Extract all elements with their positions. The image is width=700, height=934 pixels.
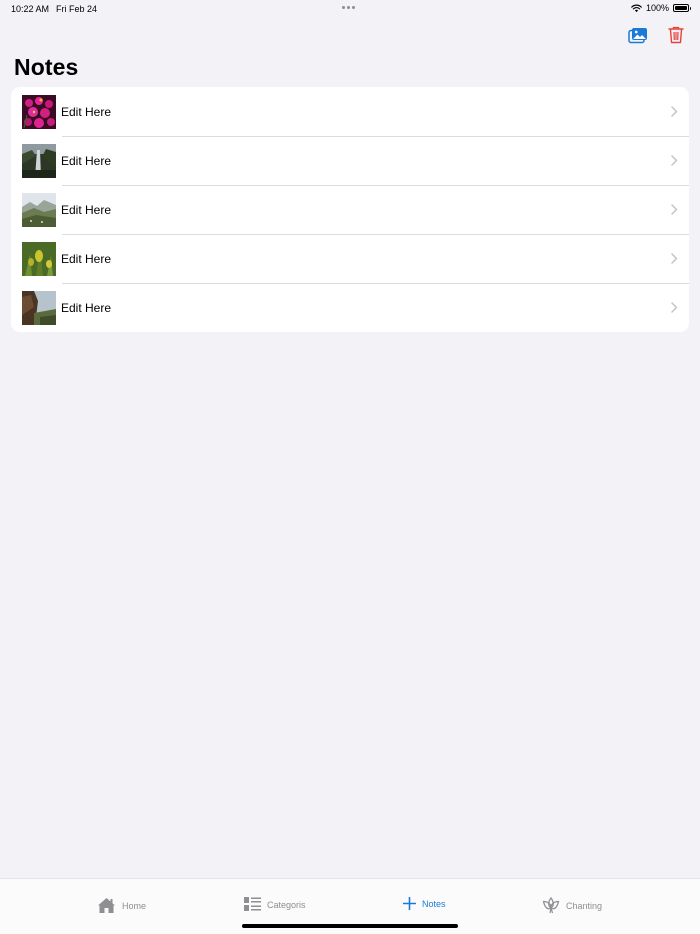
tab-label: Notes xyxy=(422,898,446,909)
note-title: Edit Here xyxy=(61,202,112,217)
chevron-right-icon xyxy=(671,155,678,166)
note-title: Edit Here xyxy=(61,104,112,119)
nav-actions xyxy=(628,25,686,45)
note-row[interactable]: Edit Here xyxy=(11,185,689,234)
status-bar: 10:22 AM Fri Feb 24 100% xyxy=(0,0,700,18)
note-thumbnail xyxy=(22,241,56,276)
tab-label: Categoris xyxy=(267,899,306,910)
house-icon xyxy=(98,898,115,913)
note-title: Edit Here xyxy=(61,300,112,315)
list-icon xyxy=(244,897,261,911)
note-thumbnail xyxy=(22,290,56,325)
tab-label: Home xyxy=(122,900,147,911)
multitasking-dots-icon[interactable] xyxy=(342,6,355,9)
note-row[interactable]: Edit Here xyxy=(11,136,689,185)
status-date: Fri Feb 24 xyxy=(56,4,98,14)
note-row[interactable]: Edit Here xyxy=(11,283,689,332)
tab-label: Chanting xyxy=(566,900,603,911)
page-title: Notes xyxy=(14,54,79,80)
home-indicator[interactable] xyxy=(242,924,458,928)
note-thumbnail xyxy=(22,143,56,178)
photo-library-icon xyxy=(628,27,647,43)
triquetra-icon xyxy=(542,897,560,914)
chevron-right-icon xyxy=(671,204,678,215)
tab-home[interactable]: Home xyxy=(97,897,146,914)
wifi-icon xyxy=(631,4,642,12)
status-time: 10:22 AM xyxy=(11,4,50,14)
note-thumbnail xyxy=(22,192,56,227)
app-screen: 10:22 AM Fri Feb 24 100% Notes Edit Here… xyxy=(0,0,700,934)
status-indicators: 100% xyxy=(631,3,691,13)
plus-icon xyxy=(403,897,416,910)
battery-percentage: 100% xyxy=(645,3,669,13)
battery-icon xyxy=(673,4,691,12)
chevron-right-icon xyxy=(671,253,678,264)
tab-notes[interactable]: Notes xyxy=(403,897,446,910)
notes-list: Edit Here Edit Here Edit Here Edit Here … xyxy=(11,87,689,332)
chevron-right-icon xyxy=(671,302,678,313)
trash-icon xyxy=(668,26,684,44)
delete-button[interactable] xyxy=(666,25,686,45)
note-title: Edit Here xyxy=(61,251,112,266)
photo-library-button[interactable] xyxy=(628,25,648,45)
note-row[interactable]: Edit Here xyxy=(11,87,689,136)
note-row[interactable]: Edit Here xyxy=(11,234,689,283)
tab-chanting[interactable]: Chanting xyxy=(542,897,602,914)
note-title: Edit Here xyxy=(61,153,112,168)
tab-categories[interactable]: Categoris xyxy=(244,897,306,912)
chevron-right-icon xyxy=(671,106,678,117)
note-thumbnail xyxy=(22,94,56,129)
